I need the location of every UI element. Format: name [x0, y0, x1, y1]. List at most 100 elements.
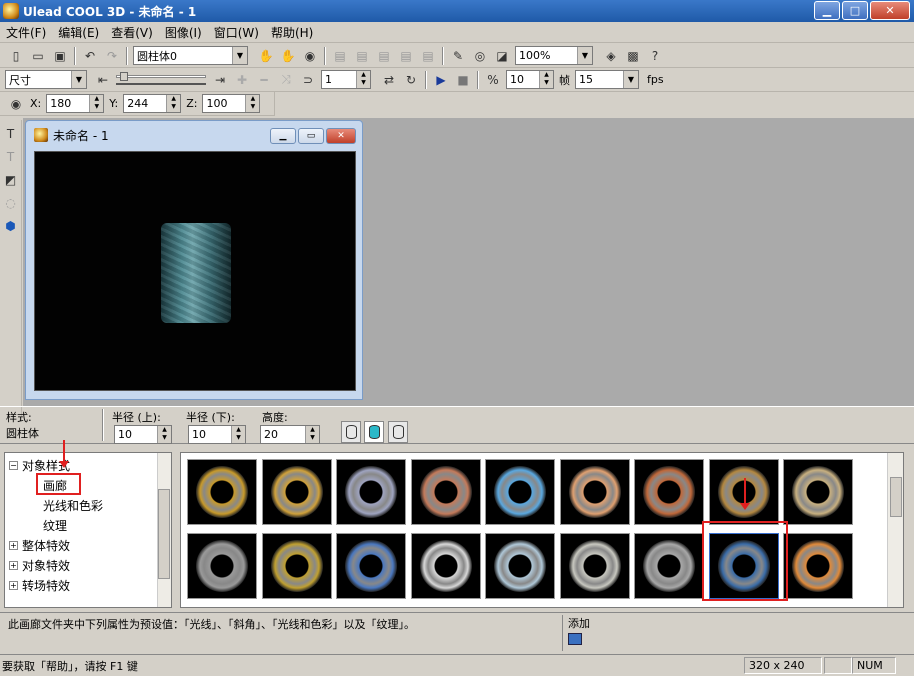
chart-icon[interactable]: ◪	[492, 46, 512, 66]
tree-item-texture[interactable]: 纹理	[43, 516, 67, 534]
menu-edit[interactable]: 编辑(E)	[52, 24, 105, 41]
render-canvas[interactable]	[34, 151, 356, 391]
gallery-thumbnail[interactable]	[187, 459, 257, 525]
gallery-thumbnail[interactable]	[783, 533, 853, 599]
loop-back-icon[interactable]: ⊃	[298, 70, 318, 90]
align-bottom-icon[interactable]: ▤	[418, 46, 438, 66]
doc-maximize-button[interactable]: ▭	[298, 128, 324, 144]
gallery-thumbnail[interactable]	[634, 459, 704, 525]
redo-icon[interactable]: ↷	[102, 46, 122, 66]
browser-preview-icon[interactable]: ◈	[601, 46, 621, 66]
height-label: 高度:	[262, 411, 288, 424]
gallery-thumbnail[interactable]	[559, 533, 630, 599]
document-icon[interactable]	[34, 128, 48, 142]
new-file-icon[interactable]: ▯	[6, 46, 26, 66]
torus-preview-icon	[568, 540, 621, 592]
minimize-button[interactable]: ▁	[814, 1, 840, 20]
align-right-icon[interactable]: ▤	[374, 46, 394, 66]
insert-shape-icon[interactable]: ◩	[1, 170, 21, 190]
menu-help[interactable]: 帮助(H)	[265, 24, 319, 41]
insert-geometry-icon[interactable]: ⬢	[1, 216, 21, 236]
menu-file[interactable]: 文件(F)	[0, 24, 52, 41]
cylinder-closed-icon[interactable]	[364, 421, 384, 443]
menu-window[interactable]: 窗口(W)	[208, 24, 265, 41]
add-button[interactable]: 添加	[562, 615, 622, 651]
remove-keyframe-icon[interactable]: ━	[254, 70, 274, 90]
gallery-thumbnail[interactable]	[485, 533, 555, 599]
gallery-scrollbar[interactable]	[887, 453, 903, 607]
position-mode-icon[interactable]: ◉	[6, 94, 26, 114]
tree-item-transition-effects[interactable]: + 转场特效	[9, 576, 70, 594]
brush-icon[interactable]: ✎	[448, 46, 468, 66]
fps-select[interactable]: 15 ▼	[575, 70, 639, 89]
menu-image[interactable]: 图像(I)	[159, 24, 208, 41]
gallery-thumbnail[interactable]	[336, 459, 406, 525]
gallery-thumbnail[interactable]	[783, 459, 853, 525]
insert-text-icon[interactable]: T	[1, 124, 21, 144]
mode-select[interactable]: 尺寸 ▼	[5, 70, 87, 89]
zoom-select[interactable]: 100% ▼	[515, 46, 593, 65]
y-field[interactable]: 244 ▲ ▼	[123, 94, 182, 113]
close-button[interactable]: ✕	[870, 1, 910, 20]
image-export-icon[interactable]: ▩	[623, 46, 643, 66]
frame-field[interactable]: 1 ▲ ▼	[321, 70, 371, 89]
tree-item-light-color[interactable]: 光线和色彩	[43, 496, 103, 514]
open-folder-icon[interactable]: ▭	[28, 46, 48, 66]
reverse-icon[interactable]: ⤨	[276, 70, 296, 90]
gallery-thumbnail[interactable]	[261, 459, 332, 525]
context-help-icon[interactable]: ?	[645, 46, 665, 66]
undo-icon[interactable]: ↶	[80, 46, 100, 66]
last-frame-icon[interactable]: ⇥	[210, 70, 230, 90]
expand-icon[interactable]: +	[9, 540, 18, 550]
align-center-icon[interactable]: ▤	[352, 46, 372, 66]
align-left-icon[interactable]: ▤	[330, 46, 350, 66]
radius-top-field[interactable]: 10 ▲ ▼	[114, 425, 172, 444]
edit-text-icon[interactable]: T	[1, 147, 21, 167]
gallery-thumbnail[interactable]	[410, 459, 481, 525]
gallery-thumbnail[interactable]	[634, 533, 704, 599]
expand-icon[interactable]: +	[9, 580, 18, 590]
first-frame-icon[interactable]: ⇤	[93, 70, 113, 90]
style-value: 圆柱体	[6, 427, 39, 440]
rotate-hand-icon[interactable]: ✋	[278, 46, 298, 66]
x-field[interactable]: 180 ▲ ▼	[46, 94, 105, 113]
doc-close-button[interactable]: ✕	[326, 128, 356, 144]
save-icon[interactable]: ▣	[50, 46, 70, 66]
cylinder-object[interactable]	[161, 223, 231, 323]
z-field[interactable]: 100 ▲ ▼	[202, 94, 261, 113]
select-object-icon[interactable]: ◉	[300, 46, 320, 66]
cylinder-top-icon[interactable]	[388, 421, 408, 443]
radius-bottom-field[interactable]: 10 ▲ ▼	[188, 425, 246, 444]
refresh-icon[interactable]: ↻	[401, 70, 421, 90]
frames-count-field[interactable]: 10 ▲ ▼	[506, 70, 554, 89]
stop-icon[interactable]: ■	[453, 70, 473, 90]
add-keyframe-icon[interactable]: ✚	[232, 70, 252, 90]
edit-shape-icon[interactable]: ◌	[1, 193, 21, 213]
expand-icon[interactable]: +	[9, 560, 18, 570]
play-icon[interactable]: ▶	[431, 70, 451, 90]
gallery-thumbnail[interactable]	[559, 459, 630, 525]
maximize-button[interactable]: □	[842, 1, 868, 20]
tree-item-object-effects[interactable]: + 对象特效	[9, 556, 70, 574]
app-icon[interactable]	[3, 3, 19, 19]
gallery-thumbnail[interactable]	[261, 533, 332, 599]
globe-icon[interactable]: ◎	[470, 46, 490, 66]
doc-minimize-button[interactable]: ▁	[270, 128, 296, 144]
gallery-thumbnail[interactable]	[336, 533, 406, 599]
timeline-slider[interactable]	[114, 71, 209, 88]
tree-item-overall-effects[interactable]: + 整体特效	[9, 536, 70, 554]
menu-view[interactable]: 查看(V)	[105, 24, 159, 41]
gallery-thumbnail[interactable]	[410, 533, 481, 599]
align-top-icon[interactable]: ▤	[396, 46, 416, 66]
move-hand-icon[interactable]: ✋	[256, 46, 276, 66]
height-field[interactable]: 20 ▲ ▼	[260, 425, 320, 444]
object-select[interactable]: 圆柱体0 ▼	[133, 46, 248, 65]
loop-icon[interactable]: ⇄	[379, 70, 399, 90]
percent-icon[interactable]: %	[483, 70, 503, 90]
gallery-thumbnail[interactable]	[485, 459, 555, 525]
collapse-icon[interactable]: −	[9, 460, 18, 470]
tree-scrollbar[interactable]	[157, 453, 171, 607]
gallery-thumbnail[interactable]	[187, 533, 257, 599]
cylinder-open-icon[interactable]	[341, 421, 361, 443]
document-window: 未命名 - 1 ▁ ▭ ✕	[25, 120, 363, 400]
